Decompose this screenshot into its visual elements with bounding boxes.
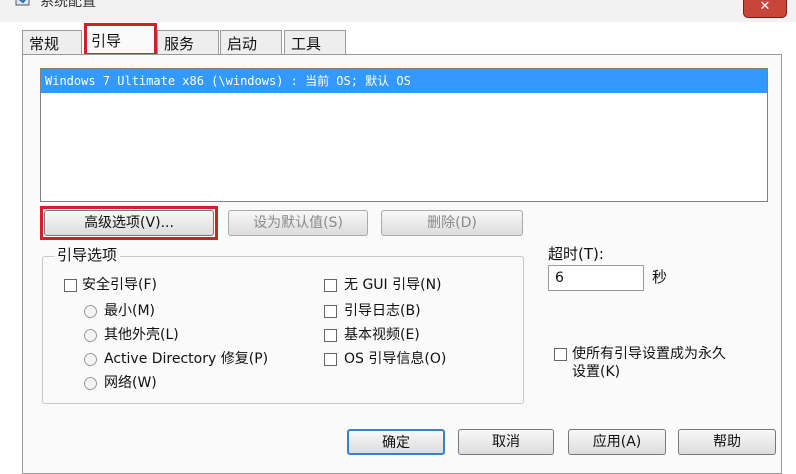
system-config-icon [15,0,30,6]
no-gui-boot-label: 无 GUI 引导(N) [344,277,442,293]
cancel-button[interactable]: 取消 [458,429,554,455]
tab-tools-label: 工具 [291,35,322,53]
window-title: 系统配置 [40,0,96,10]
make-permanent-checkbox[interactable] [554,348,567,361]
minimal-label: 最小(M) [104,303,156,319]
delete-button[interactable]: 删除(D) [381,210,523,236]
tab-services[interactable]: 服务 [157,30,219,56]
boot-entry-item[interactable]: Windows 7 Ultimate x86 (\windows) : 当前 O… [41,69,767,93]
tab-general-label: 常规 [29,35,60,53]
help-button[interactable]: 帮助 [678,429,776,455]
make-permanent-label-line1: 使所有引导设置成为永久 [572,346,726,362]
tab-general[interactable]: 常规 [22,30,82,56]
set-default-button[interactable]: 设为默认值(S) [228,210,368,236]
boot-entry-list[interactable]: Windows 7 Ultimate x86 (\windows) : 当前 O… [40,68,768,202]
advanced-options-highlight-frame [40,206,218,240]
network-radio[interactable] [84,377,97,390]
base-video-checkbox[interactable] [324,329,337,342]
boot-log-label: 引导日志(B) [344,303,421,319]
safe-boot-label: 安全引导(F) [82,277,157,293]
tab-startup[interactable]: 启动 [220,30,282,56]
network-label: 网络(W) [104,375,157,391]
ok-button[interactable]: 确定 [347,429,445,455]
os-boot-info-label: OS 引导信息(O) [344,351,447,367]
safe-boot-checkbox[interactable] [64,279,77,292]
base-video-label: 基本视频(E) [344,327,420,343]
tab-boot-highlight-frame [84,23,157,56]
tab-startup-label: 启动 [227,35,258,53]
apply-button[interactable]: 应用(A) [568,429,666,455]
timeout-unit: 秒 [652,268,668,286]
close-button[interactable]: ✕ [743,0,787,18]
timeout-input[interactable]: 6 [548,265,644,291]
close-icon: ✕ [759,0,771,14]
timeout-label: 超时(T): [548,245,604,263]
title-bar: 系统配置 ✕ [0,0,796,22]
alternate-shell-label: 其他外壳(L) [104,327,179,343]
no-gui-boot-checkbox[interactable] [324,279,337,292]
make-permanent-label-line2: 设置(K) [572,364,621,380]
os-boot-info-checkbox[interactable] [324,353,337,366]
tab-tools[interactable]: 工具 [284,30,346,56]
tab-services-label: 服务 [164,35,195,53]
minimal-radio[interactable] [84,305,97,318]
boot-log-checkbox[interactable] [324,305,337,318]
active-directory-radio[interactable] [84,353,97,366]
active-directory-label: Active Directory 修复(P) [104,351,269,367]
boot-options-title: 引导选项 [54,244,121,265]
alternate-shell-radio[interactable] [84,329,97,342]
